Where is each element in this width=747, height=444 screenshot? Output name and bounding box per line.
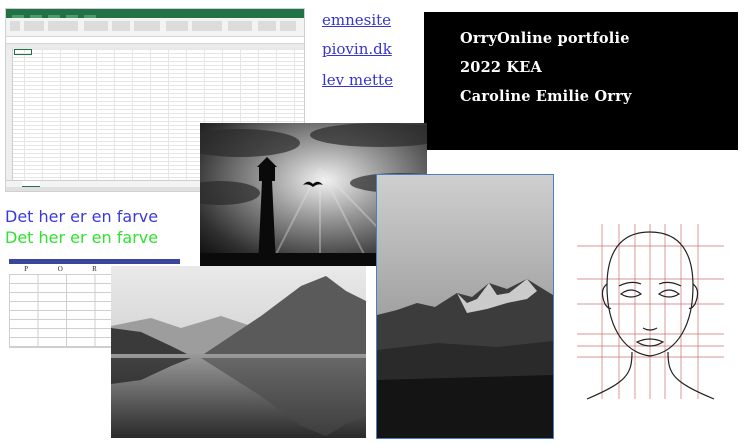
link-lev-mette[interactable]: lev mette (322, 71, 393, 89)
table-header-cell: P (24, 265, 29, 273)
mountain-lake-photo (111, 266, 366, 438)
green-color-text: Det her er en farve (5, 228, 159, 247)
blue-color-text: Det her er en farve (5, 207, 159, 226)
table-header-cell: O (57, 265, 63, 273)
intro-author: Caroline Emilie Orry (460, 88, 632, 105)
intro-box: OrryOnline portfolie 2022 KEA Caroline E… (424, 12, 738, 150)
face-proportion-sketch (577, 224, 724, 404)
mountain-photo (376, 174, 554, 439)
link-piovin[interactable]: piovin.dk (322, 40, 392, 58)
table-header-cell: R (92, 265, 97, 273)
intro-title: OrryOnline portfolie (460, 30, 630, 47)
link-emnesite[interactable]: emnesite (322, 11, 391, 29)
intro-year: 2022 KEA (460, 59, 542, 76)
